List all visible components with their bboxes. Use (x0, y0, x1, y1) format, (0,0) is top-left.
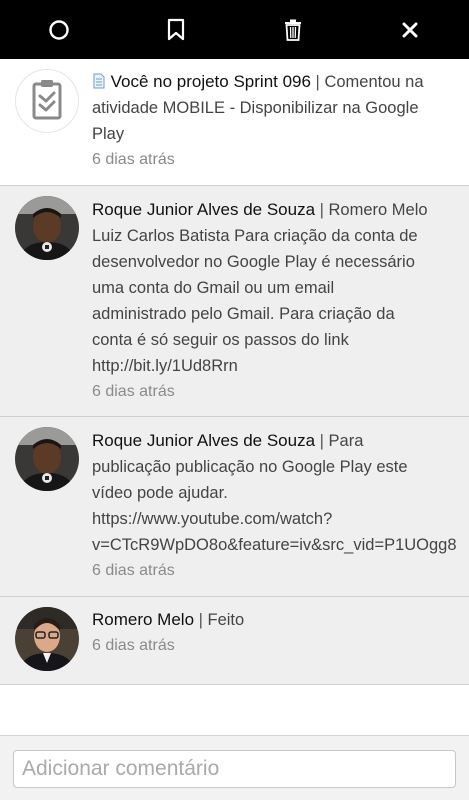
user-avatar (15, 196, 79, 260)
document-icon (93, 73, 105, 89)
avatar (15, 607, 79, 671)
separator: | (194, 611, 208, 629)
message-line: conta é só seguir os passos do link (92, 331, 349, 349)
feed-item[interactable]: Romero Melo | Feito 6 dias atrás (0, 597, 469, 685)
message-link[interactable]: v=CTcR9WpDO8o&feature=iv&src_vid=P1UOgg8 (92, 532, 465, 558)
user-avatar (15, 607, 79, 671)
author-name[interactable]: Roque Junior Alves de Souza (92, 200, 315, 219)
feed-item[interactable]: Roque Junior Alves de Souza | Romero Mel… (0, 186, 469, 417)
author-name[interactable]: Romero Melo (92, 610, 194, 629)
activity-title[interactable]: Você no projeto Sprint 096 (111, 72, 311, 91)
bookmark-button[interactable] (146, 0, 206, 59)
separator: | (315, 432, 329, 450)
timestamp: 6 dias atrás (92, 383, 175, 400)
timestamp: 6 dias atrás (92, 151, 175, 168)
feed-item-content: Você no projeto Sprint 096 | Comentou na… (92, 69, 465, 173)
message-line: vídeo pode ajudar. (92, 484, 228, 502)
message-line: administrado pelo Gmail. Para criação da (92, 305, 395, 323)
feed-item-content: Roque Junior Alves de Souza | Romero Mel… (92, 197, 465, 405)
timestamp: 6 dias atrás (92, 562, 175, 579)
trash-icon (285, 19, 301, 41)
top-toolbar (0, 0, 469, 59)
circle-icon (49, 19, 69, 40)
message-line: Luiz Carlos Batista Para criação da cont… (92, 227, 418, 245)
bookmark-icon (167, 18, 185, 40)
message-line: uma conta do Gmail ou um email (92, 279, 335, 297)
close-button[interactable] (380, 0, 440, 59)
message-line: publicação publicação no Google Play est… (92, 458, 408, 476)
avatar (15, 196, 79, 260)
message-line: Play (92, 125, 125, 143)
message-line: Feito (207, 611, 245, 629)
user-avatar (15, 427, 79, 491)
author-name[interactable]: Roque Junior Alves de Souza (92, 431, 315, 450)
message-line: desenvolvedor no Google Play é necessári… (92, 253, 415, 271)
avatar (15, 69, 79, 133)
feed-item[interactable]: Roque Junior Alves de Souza | Para publi… (0, 417, 469, 597)
feed-item-content: Roque Junior Alves de Souza | Para publi… (92, 428, 465, 584)
close-icon (402, 22, 418, 37)
message-line: Romero Melo (328, 201, 428, 219)
clipboard-check-icon (32, 80, 62, 120)
message-line: atividade MOBILE - Disponibilizar na Goo… (92, 99, 419, 117)
message-line: Comentou na (324, 73, 424, 91)
feed-item[interactable]: Você no projeto Sprint 096 | Comentou na… (0, 59, 469, 186)
feed-item-content: Romero Melo | Feito 6 dias atrás (92, 607, 465, 659)
avatar (15, 427, 79, 491)
activity-feed: Você no projeto Sprint 096 | Comentou na… (0, 59, 469, 685)
comment-input[interactable] (13, 750, 456, 788)
delete-button[interactable] (263, 0, 323, 59)
separator: | (315, 201, 329, 219)
timestamp: 6 dias atrás (92, 637, 175, 654)
message-line: Para (328, 432, 364, 450)
message-link[interactable]: https://www.youtube.com/watch? (92, 506, 465, 532)
circle-button[interactable] (29, 0, 89, 59)
separator: | (310, 73, 325, 91)
comment-bar (0, 735, 469, 800)
message-link[interactable]: http://bit.ly/1Ud8Rrn (92, 353, 465, 379)
